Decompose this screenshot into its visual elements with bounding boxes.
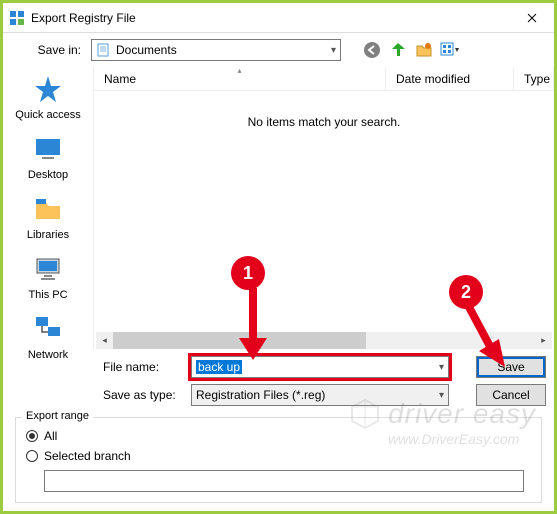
sidebar-item-label: Quick access [15, 109, 80, 121]
column-date[interactable]: Date modified [386, 67, 514, 90]
chevron-down-icon: ▾ [439, 390, 444, 401]
view-menu-button[interactable] [439, 39, 461, 61]
sidebar-item-desktop[interactable]: Desktop [8, 133, 88, 181]
column-name[interactable]: Name ▴ [94, 67, 386, 90]
new-folder-button[interactable] [413, 39, 435, 61]
toolbar: Save in: Documents ▾ [3, 33, 554, 67]
cancel-button[interactable]: Cancel [476, 384, 546, 406]
column-type[interactable]: Type [514, 67, 554, 90]
sidebar-item-this-pc[interactable]: This PC [8, 253, 88, 301]
filename-input[interactable]: back up ▾ [191, 356, 449, 378]
scroll-left-button[interactable]: ◂ [96, 332, 113, 349]
sidebar-item-label: Network [28, 349, 68, 361]
quick-access-icon [32, 73, 64, 105]
back-button[interactable] [361, 39, 383, 61]
button-label: Save [497, 360, 524, 374]
button-label: Cancel [492, 388, 529, 402]
radio-icon [26, 450, 38, 462]
branch-path-input[interactable] [44, 470, 524, 492]
close-button[interactable] [509, 3, 554, 33]
sidebar-item-network[interactable]: Network [8, 313, 88, 361]
libraries-icon [32, 193, 64, 225]
column-headers: Name ▴ Date modified Type [94, 67, 554, 91]
sort-arrow-icon: ▴ [237, 66, 241, 75]
radio-selected-branch[interactable]: Selected branch [26, 446, 531, 466]
scroll-right-button[interactable]: ▸ [535, 332, 552, 349]
save-in-label: Save in: [15, 43, 85, 57]
desktop-icon [32, 133, 64, 165]
column-label: Name [104, 72, 136, 86]
scroll-thumb[interactable] [113, 332, 366, 349]
save-in-select[interactable]: Documents ▾ [91, 39, 341, 61]
filetype-label: Save as type: [103, 388, 183, 402]
filetype-value: Registration Files (*.reg) [196, 388, 325, 402]
network-icon [32, 313, 64, 345]
sidebar-item-libraries[interactable]: Libraries [8, 193, 88, 241]
save-in-value: Documents [116, 43, 331, 57]
empty-message: No items match your search. [94, 91, 554, 153]
radio-label: All [44, 429, 57, 443]
export-range-title: Export range [22, 410, 93, 422]
titlebar: Export Registry File [3, 3, 554, 33]
chevron-down-icon: ▾ [439, 362, 444, 373]
sidebar-item-quick-access[interactable]: Quick access [8, 73, 88, 121]
filename-value: back up [196, 360, 242, 374]
file-list-area: Name ▴ Date modified Type No items match… [93, 67, 554, 349]
column-label: Type [524, 72, 550, 86]
radio-icon [26, 430, 38, 442]
save-button[interactable]: Save [476, 356, 546, 378]
sidebar-item-label: Desktop [28, 169, 68, 181]
regedit-icon [9, 10, 25, 26]
filetype-select[interactable]: Registration Files (*.reg) ▾ [191, 384, 449, 406]
column-label: Date modified [396, 72, 470, 86]
this-pc-icon [32, 253, 64, 285]
scroll-track[interactable] [113, 332, 535, 349]
sidebar-item-label: Libraries [27, 229, 69, 241]
radio-all[interactable]: All [26, 426, 531, 446]
window-title: Export Registry File [31, 11, 509, 25]
main-area: Quick access Desktop Libraries This PC N… [3, 67, 554, 349]
sidebar: Quick access Desktop Libraries This PC N… [3, 67, 93, 349]
sidebar-item-label: This PC [28, 289, 67, 301]
export-range-group: Export range All Selected branch [15, 417, 542, 503]
horizontal-scrollbar[interactable]: ◂ ▸ [96, 332, 552, 349]
filename-label: File name: [103, 360, 183, 374]
documents-icon [96, 42, 112, 58]
radio-label: Selected branch [44, 449, 131, 463]
up-button[interactable] [387, 39, 409, 61]
chevron-down-icon: ▾ [331, 45, 336, 56]
